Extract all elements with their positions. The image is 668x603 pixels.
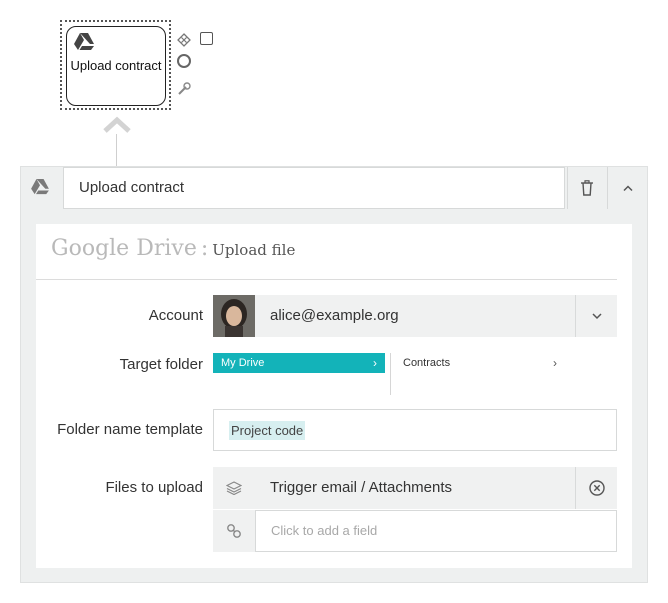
panel-connector [116,134,117,167]
add-field-row: Click to add a field [213,510,617,552]
target-folder-label: Target folder [119,356,203,373]
heading-divider [36,279,617,280]
collapse-panel-button[interactable] [607,167,647,209]
template-token[interactable]: Project code [229,421,306,440]
layers-icon [213,467,255,509]
heading-action-name: Upload file [212,241,296,259]
chevron-right-icon: › [553,356,557,370]
heading-app-name: Google Drive [51,236,197,261]
account-email: alice@example.org [270,307,399,324]
remove-field-button[interactable] [575,467,617,509]
files-mapped-field[interactable]: Trigger email / Attachments [213,467,617,509]
folder-name-template-label: Folder name template [57,421,203,438]
add-field-input[interactable]: Click to add a field [255,510,617,552]
chevron-down-icon [591,313,602,320]
account-selector[interactable]: alice@example.org [213,295,617,337]
close-circle-icon [588,480,605,496]
chevron-up-icon [622,185,633,192]
folder-item-label: Contracts [403,357,451,369]
link-icon [213,510,255,552]
node-label: Upload contract [70,58,162,73]
avatar [213,295,255,337]
folder-item-contracts[interactable]: Contracts › [403,353,557,373]
connector-heading: Google Drive: Upload file [51,236,295,261]
files-to-upload-label: Files to upload [105,479,203,496]
files-mapped-value: Trigger email / Attachments [270,479,453,496]
wrench-icon[interactable] [177,82,191,96]
folder-column-divider [390,353,391,395]
trash-icon [580,180,593,196]
account-dropdown-button[interactable] [575,295,617,337]
google-drive-icon [74,33,94,50]
heading-separator: : [200,236,209,261]
folder-name-template-input[interactable]: Project code [213,409,617,451]
properties-panel: Upload contract Google Drive: Upload file… [20,166,648,583]
account-label: Account [148,307,203,324]
folder-item-label: My Drive [221,357,265,369]
panel-pointer-caret [103,116,131,133]
event-icon[interactable] [177,54,191,68]
folder-item-my-drive[interactable]: My Drive › [213,353,385,373]
gateway-icon[interactable] [177,33,191,47]
panel-header: Upload contract [21,167,647,209]
google-drive-icon [31,179,49,195]
task-icon[interactable] [200,32,213,45]
chevron-right-icon: › [373,356,377,370]
delete-step-button[interactable] [567,167,605,209]
panel-body: Google Drive: Upload file Account alice@e… [36,224,632,568]
step-title-input[interactable]: Upload contract [63,167,565,209]
